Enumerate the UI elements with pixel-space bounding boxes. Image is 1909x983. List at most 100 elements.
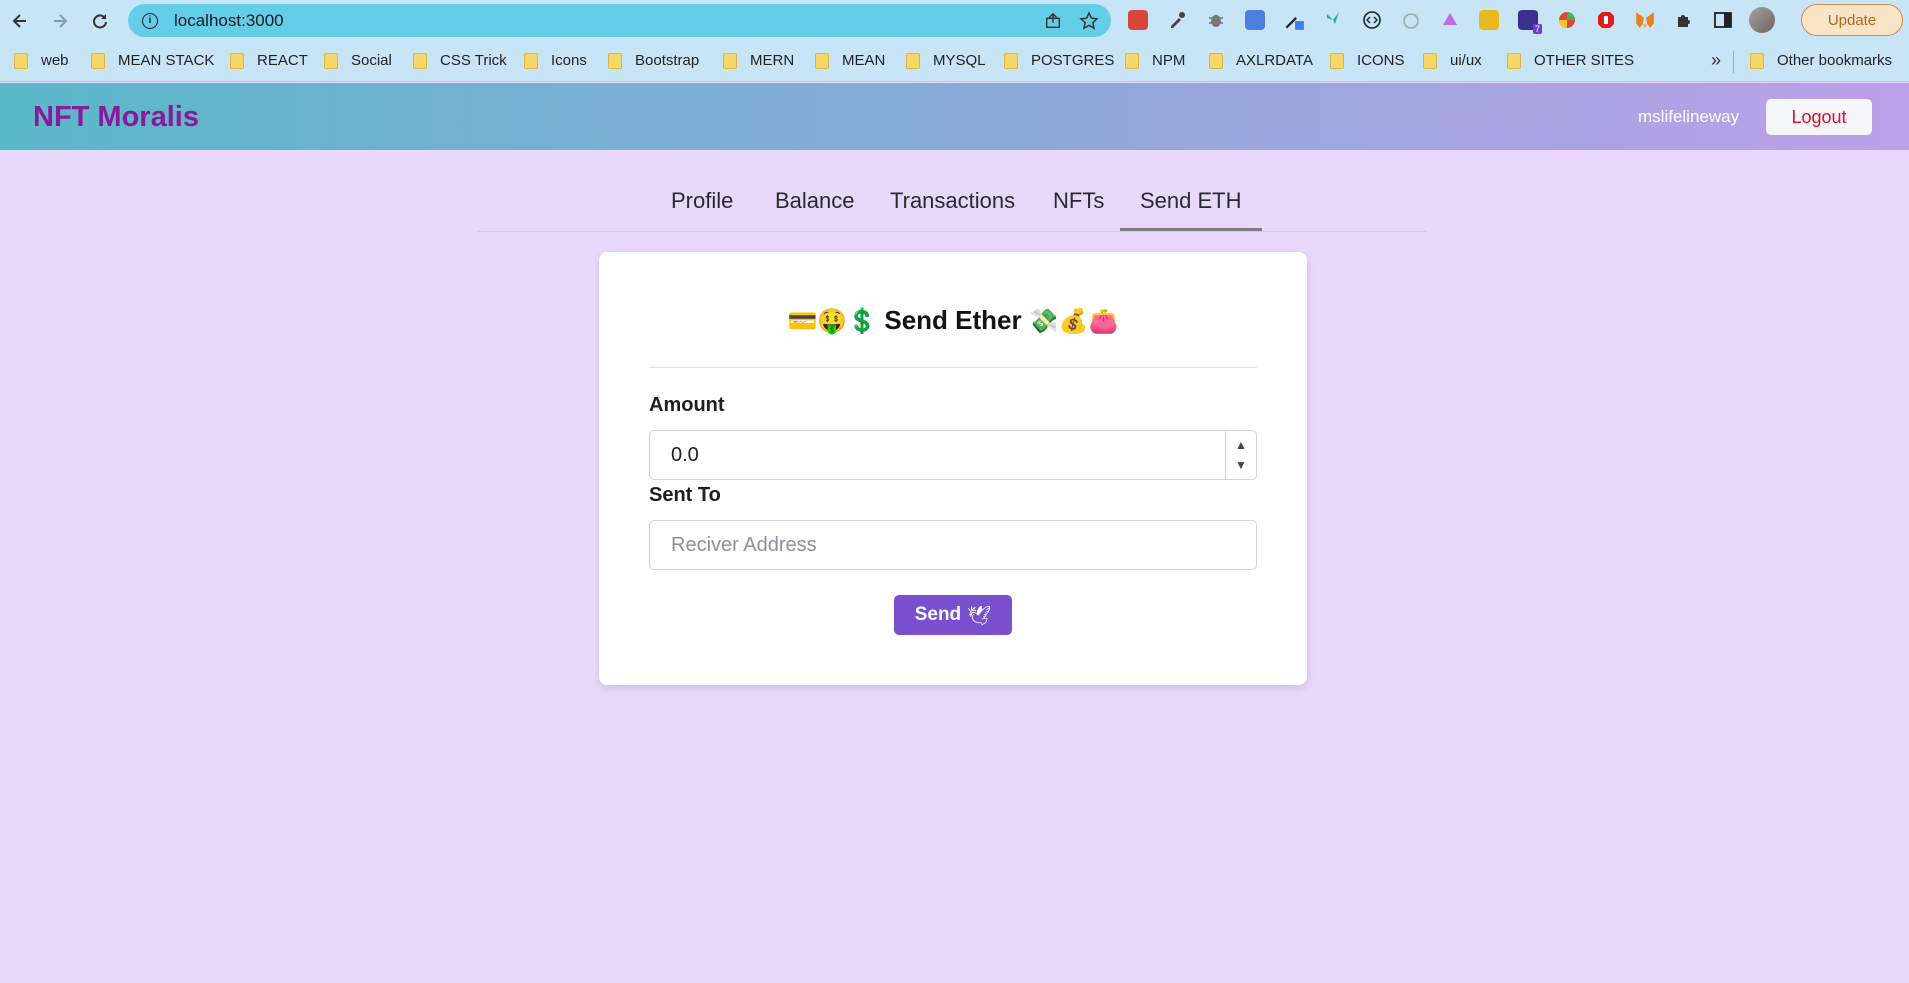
app-header: NFT Moralis mslifelineway Logout bbox=[0, 83, 1909, 150]
bookmark-folder[interactable]: AXLRDATA bbox=[1209, 52, 1313, 69]
gradient-icon[interactable] bbox=[1436, 6, 1464, 34]
adblock-icon[interactable] bbox=[1592, 6, 1620, 34]
bookmark-folder[interactable]: REACT bbox=[230, 52, 308, 69]
update-button[interactable]: Update bbox=[1801, 4, 1903, 36]
amount-label: Amount bbox=[649, 394, 725, 416]
title-text: Send Ether bbox=[884, 305, 1022, 335]
amount-value: 0.0 bbox=[671, 443, 699, 466]
side-panel-icon[interactable] bbox=[1709, 6, 1737, 34]
card-title: 💳🤑💲 Send Ether 💸💰👛 bbox=[599, 305, 1307, 336]
bookmark-label: web bbox=[41, 52, 69, 69]
reload-icon[interactable] bbox=[80, 1, 120, 41]
back-icon[interactable] bbox=[0, 1, 40, 41]
folder-icon bbox=[1125, 52, 1139, 69]
amount-stepper[interactable]: ▲ ▼ bbox=[1225, 431, 1256, 479]
other-bookmarks-folder[interactable]: Other bookmarks bbox=[1750, 52, 1892, 69]
bookmark-label: AXLRDATA bbox=[1236, 52, 1313, 69]
address-placeholder: Reciver Address bbox=[671, 533, 817, 556]
bookmark-star-icon[interactable] bbox=[1079, 11, 1099, 31]
bookmarks-bar: web MEAN STACK REACT Social CSS Trick Ic… bbox=[0, 41, 1909, 82]
folder-icon bbox=[1330, 52, 1344, 69]
hummingbird-icon[interactable] bbox=[1319, 6, 1347, 34]
extensions-bar: 7 bbox=[1124, 6, 1776, 34]
bookmark-folder[interactable]: MERN bbox=[723, 52, 794, 69]
bookmarks-overflow-button[interactable]: » bbox=[1711, 50, 1721, 71]
bookmark-label: REACT bbox=[257, 52, 308, 69]
color-picker-icon[interactable] bbox=[1163, 6, 1191, 34]
folder-icon bbox=[723, 52, 737, 69]
bookmark-label: ui/ux bbox=[1450, 52, 1482, 69]
bookmark-folder[interactable]: POSTGRES bbox=[1004, 52, 1114, 69]
profile-avatar[interactable] bbox=[1748, 6, 1776, 34]
receiver-address-input[interactable]: Reciver Address bbox=[649, 520, 1257, 570]
bookmark-folder[interactable]: Social bbox=[324, 52, 392, 69]
bug-icon[interactable] bbox=[1202, 6, 1230, 34]
folder-icon bbox=[230, 52, 244, 69]
bookmark-label: MEAN STACK bbox=[118, 52, 215, 69]
metamask-icon[interactable] bbox=[1631, 6, 1659, 34]
extension-badge: 7 bbox=[1532, 24, 1542, 34]
translate-icon[interactable] bbox=[1241, 6, 1269, 34]
bookmark-label: NPM bbox=[1152, 52, 1186, 69]
dove-icon: 🕊 bbox=[967, 604, 992, 627]
bookmark-folder[interactable]: MEAN bbox=[815, 52, 885, 69]
increment-icon[interactable]: ▲ bbox=[1235, 438, 1247, 452]
brand-logo[interactable]: NFT Moralis bbox=[33, 101, 199, 134]
bookmark-label: ICONS bbox=[1357, 52, 1405, 69]
bookmark-label: MERN bbox=[750, 52, 795, 69]
extensions-puzzle-icon[interactable] bbox=[1670, 6, 1698, 34]
folder-icon bbox=[906, 52, 920, 69]
folder-icon bbox=[1004, 52, 1018, 69]
bookmark-folder[interactable]: OTHER SITES bbox=[1507, 52, 1634, 69]
bookmark-folder[interactable]: MEAN STACK bbox=[91, 52, 214, 69]
tab-nfts[interactable]: NFTs bbox=[1053, 188, 1104, 228]
title-suffix-emoji: 💸💰👛 bbox=[1028, 307, 1119, 335]
folder-icon bbox=[413, 52, 427, 69]
send-button[interactable]: Send 🕊 bbox=[894, 595, 1012, 635]
bookmark-folder[interactable]: web bbox=[14, 52, 69, 69]
folder-icon bbox=[1750, 52, 1764, 69]
bookmark-label: Bootstrap bbox=[635, 52, 700, 69]
forward-icon[interactable] bbox=[40, 1, 80, 41]
folder-ext-icon[interactable] bbox=[1475, 6, 1503, 34]
folder-icon bbox=[91, 52, 105, 69]
site-info-icon[interactable]: i bbox=[142, 12, 158, 29]
bookmark-folder[interactable]: Bootstrap bbox=[608, 52, 699, 69]
folder-icon bbox=[324, 52, 338, 69]
address-bar[interactable]: i localhost:3000 bbox=[128, 4, 1111, 37]
bookmark-label: CSS Trick bbox=[440, 52, 507, 69]
bookmark-label: MYSQL bbox=[933, 52, 986, 69]
decrement-icon[interactable]: ▼ bbox=[1235, 458, 1247, 472]
amount-input[interactable]: 0.0 ▲ ▼ bbox=[649, 430, 1257, 480]
bookmark-folder[interactable]: Icons bbox=[524, 52, 587, 69]
sent-to-label: Sent To bbox=[649, 484, 721, 506]
folder-icon bbox=[1423, 52, 1437, 69]
folder-icon bbox=[815, 52, 829, 69]
share-icon[interactable] bbox=[1043, 11, 1063, 31]
title-prefix-emoji: 💳🤑💲 bbox=[787, 307, 878, 335]
bookmark-folder[interactable]: MYSQL bbox=[906, 52, 986, 69]
logout-button[interactable]: Logout bbox=[1766, 99, 1872, 135]
username: mslifelineway bbox=[1638, 107, 1740, 126]
tab-send-eth[interactable]: Send ETH bbox=[1120, 188, 1262, 231]
bookmark-folder[interactable]: ui/ux bbox=[1423, 52, 1482, 69]
folder-icon bbox=[524, 52, 538, 69]
pinwheel-icon[interactable] bbox=[1553, 6, 1581, 34]
send-ether-card: 💳🤑💲 Send Ether 💸💰👛 Amount 0.0 ▲ ▼ Sent T… bbox=[599, 252, 1307, 685]
bookmark-folder[interactable]: NPM bbox=[1125, 52, 1185, 69]
bookmark-folder[interactable]: ICONS bbox=[1330, 52, 1405, 69]
tab-balance[interactable]: Balance bbox=[775, 188, 855, 228]
timer-icon[interactable] bbox=[1397, 6, 1425, 34]
eyedropper-icon[interactable] bbox=[1280, 6, 1308, 34]
url-text[interactable]: localhost:3000 bbox=[174, 11, 284, 31]
extension-red-icon[interactable] bbox=[1124, 6, 1152, 34]
tab-profile[interactable]: Profile bbox=[671, 188, 733, 228]
bookmark-label: OTHER SITES bbox=[1534, 52, 1635, 69]
bookmark-folder[interactable]: CSS Trick bbox=[413, 52, 507, 69]
code-icon[interactable] bbox=[1358, 6, 1386, 34]
folder-icon bbox=[14, 52, 28, 69]
bookmarks-divider bbox=[1733, 51, 1734, 73]
badge-extension-icon[interactable]: 7 bbox=[1514, 6, 1542, 34]
tab-transactions[interactable]: Transactions bbox=[890, 188, 1015, 228]
bookmark-label: Other bookmarks bbox=[1777, 52, 1893, 69]
